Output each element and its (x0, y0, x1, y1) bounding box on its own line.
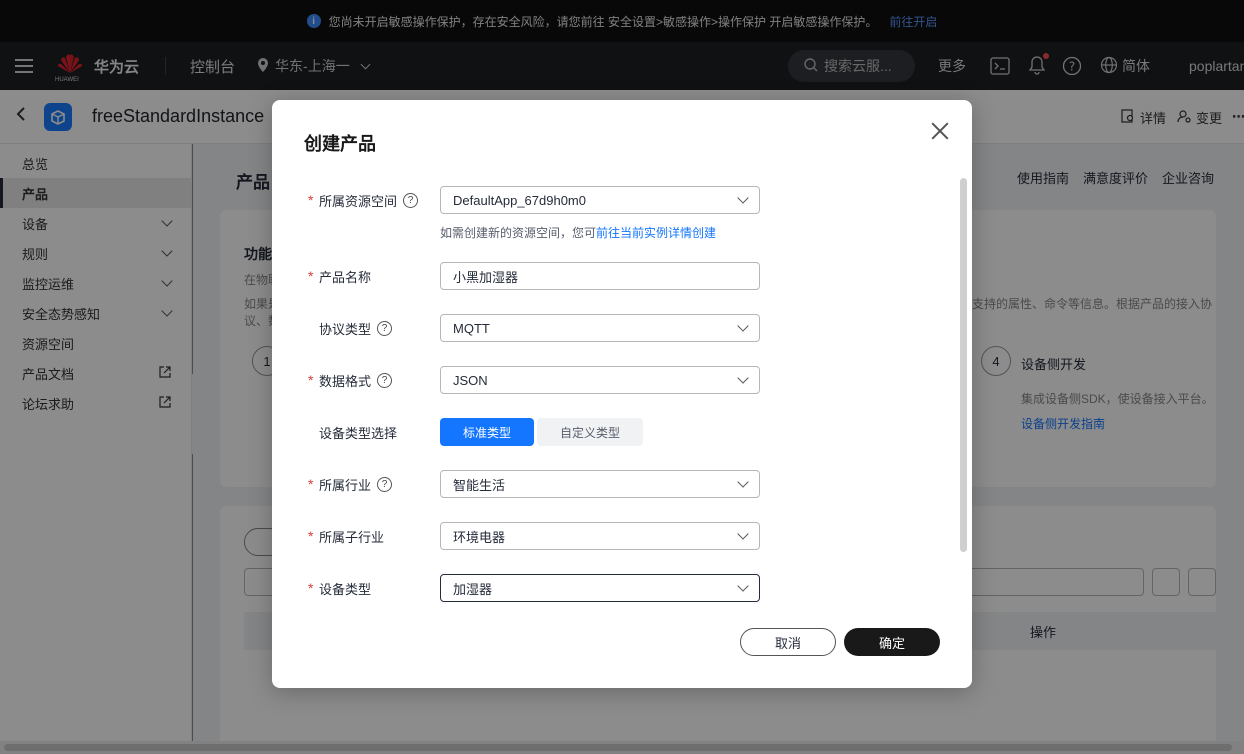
resource-space-label: 所属资源空间 (319, 193, 398, 209)
chevron-down-icon (737, 528, 749, 540)
help-icon[interactable]: ? (377, 320, 393, 336)
chevron-down-icon (737, 476, 749, 488)
device-type-choice-label: 设备类型选择 (319, 425, 398, 441)
protocol-select[interactable]: MQTT (440, 314, 760, 342)
device-type-toggle: 标准类型 自定义类型 (440, 418, 644, 446)
custom-type-option[interactable]: 自定义类型 (537, 418, 644, 446)
help-icon[interactable]: ? (377, 372, 393, 388)
required-mark: * (308, 528, 314, 544)
protocol-label: 协议类型 (319, 321, 372, 337)
standard-type-option[interactable]: 标准类型 (440, 418, 535, 446)
resource-space-hint: 如需创建新的资源空间，您可前往当前实例详情创建 (440, 226, 717, 240)
required-mark: * (308, 372, 314, 388)
close-icon[interactable] (929, 120, 951, 142)
sub-industry-select[interactable]: 环境电器 (440, 522, 760, 550)
product-name-input[interactable]: 小黑加湿器 (440, 262, 760, 290)
chevron-down-icon (737, 192, 749, 204)
chevron-down-icon (737, 372, 749, 384)
sub-industry-label: 所属子行业 (319, 529, 385, 545)
industry-label: 所属行业 (319, 477, 372, 493)
create-product-dialog: 创建产品 * 所属资源空间? DefaultApp_67d9h0m0 如需创建新… (272, 100, 972, 688)
help-icon[interactable]: ? (377, 476, 393, 492)
confirm-button[interactable]: 确定 (844, 628, 940, 656)
help-icon[interactable]: ? (403, 192, 419, 208)
dialog-title: 创建产品 (304, 134, 376, 154)
data-format-label: 数据格式 (319, 373, 372, 389)
required-mark: * (308, 268, 314, 284)
chevron-down-icon (737, 320, 749, 332)
device-type-select[interactable]: 加湿器 (440, 574, 760, 602)
required-mark: * (308, 580, 314, 596)
create-space-link[interactable]: 前往当前实例详情创建 (596, 226, 716, 240)
required-mark: * (308, 476, 314, 492)
cancel-button[interactable]: 取消 (740, 628, 836, 656)
required-mark: * (308, 192, 314, 208)
chevron-down-icon (737, 580, 749, 592)
device-type-label: 设备类型 (319, 581, 372, 597)
industry-select[interactable]: 智能生活 (440, 470, 760, 498)
dialog-scrollbar[interactable] (960, 178, 967, 552)
product-name-label: 产品名称 (319, 269, 372, 285)
data-format-select[interactable]: JSON (440, 366, 760, 394)
resource-space-select[interactable]: DefaultApp_67d9h0m0 (440, 186, 760, 214)
